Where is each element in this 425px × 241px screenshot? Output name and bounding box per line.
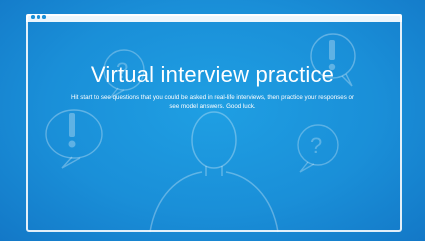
- window-dot: [31, 15, 35, 19]
- window-dot: [36, 15, 40, 19]
- page-title: Virtual interview practice: [90, 62, 335, 87]
- intro-description: Hit start to see questions that you coul…: [70, 94, 355, 110]
- chalk-window-titlebar: [26, 14, 402, 22]
- window-dot: [42, 15, 46, 19]
- chalk-window-frame: [26, 14, 402, 232]
- intro-screen: ? ? Virtual interview practice Hit start…: [0, 0, 425, 241]
